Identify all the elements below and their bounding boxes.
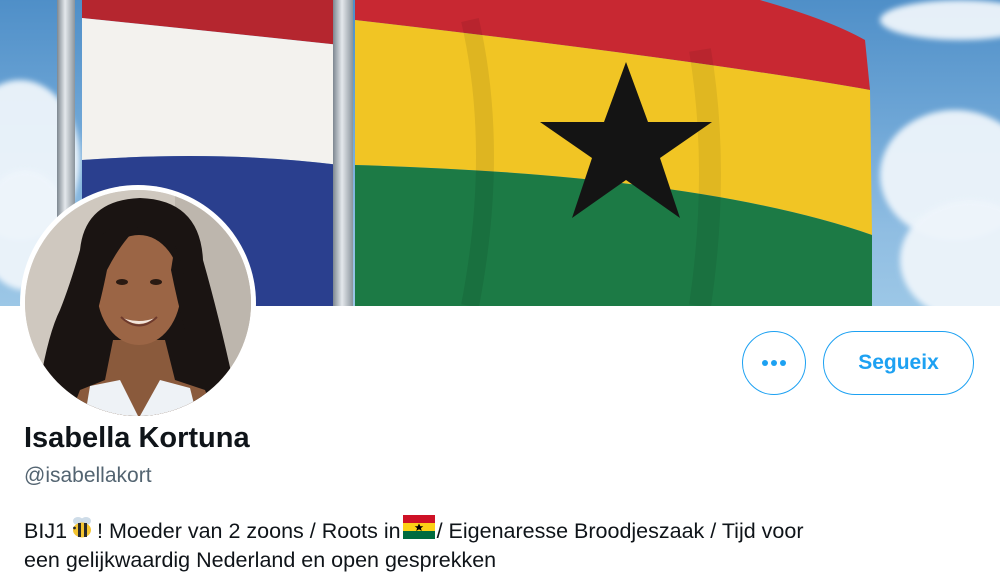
more-options-icon [761, 354, 787, 372]
bio-text-1: BIJ1 [24, 519, 68, 543]
username-handle: @isabellakort [24, 464, 152, 487]
ghana-flag-icon [402, 515, 435, 547]
ghana-flag [355, 0, 872, 306]
follow-button[interactable]: Segueix [823, 331, 974, 395]
follow-button-label: Segueix [858, 351, 939, 374]
bio-text-line2: een gelijkwaardig Nederland en open gesp… [24, 548, 497, 572]
bio-text-2: ! Moeder van 2 zoons / Roots in [97, 519, 401, 543]
avatar[interactable] [20, 185, 256, 421]
bee-icon [69, 514, 95, 548]
avatar-photo [25, 190, 251, 416]
bio: BIJ1 ! Moeder van 2 zoons / Roots in / E… [24, 514, 984, 548]
bio-text-3: / Eigenaresse Broodjeszaak / Tijd voor [436, 519, 804, 543]
more-options-button[interactable] [742, 331, 806, 395]
display-name: Isabella Kortuna [24, 422, 250, 454]
